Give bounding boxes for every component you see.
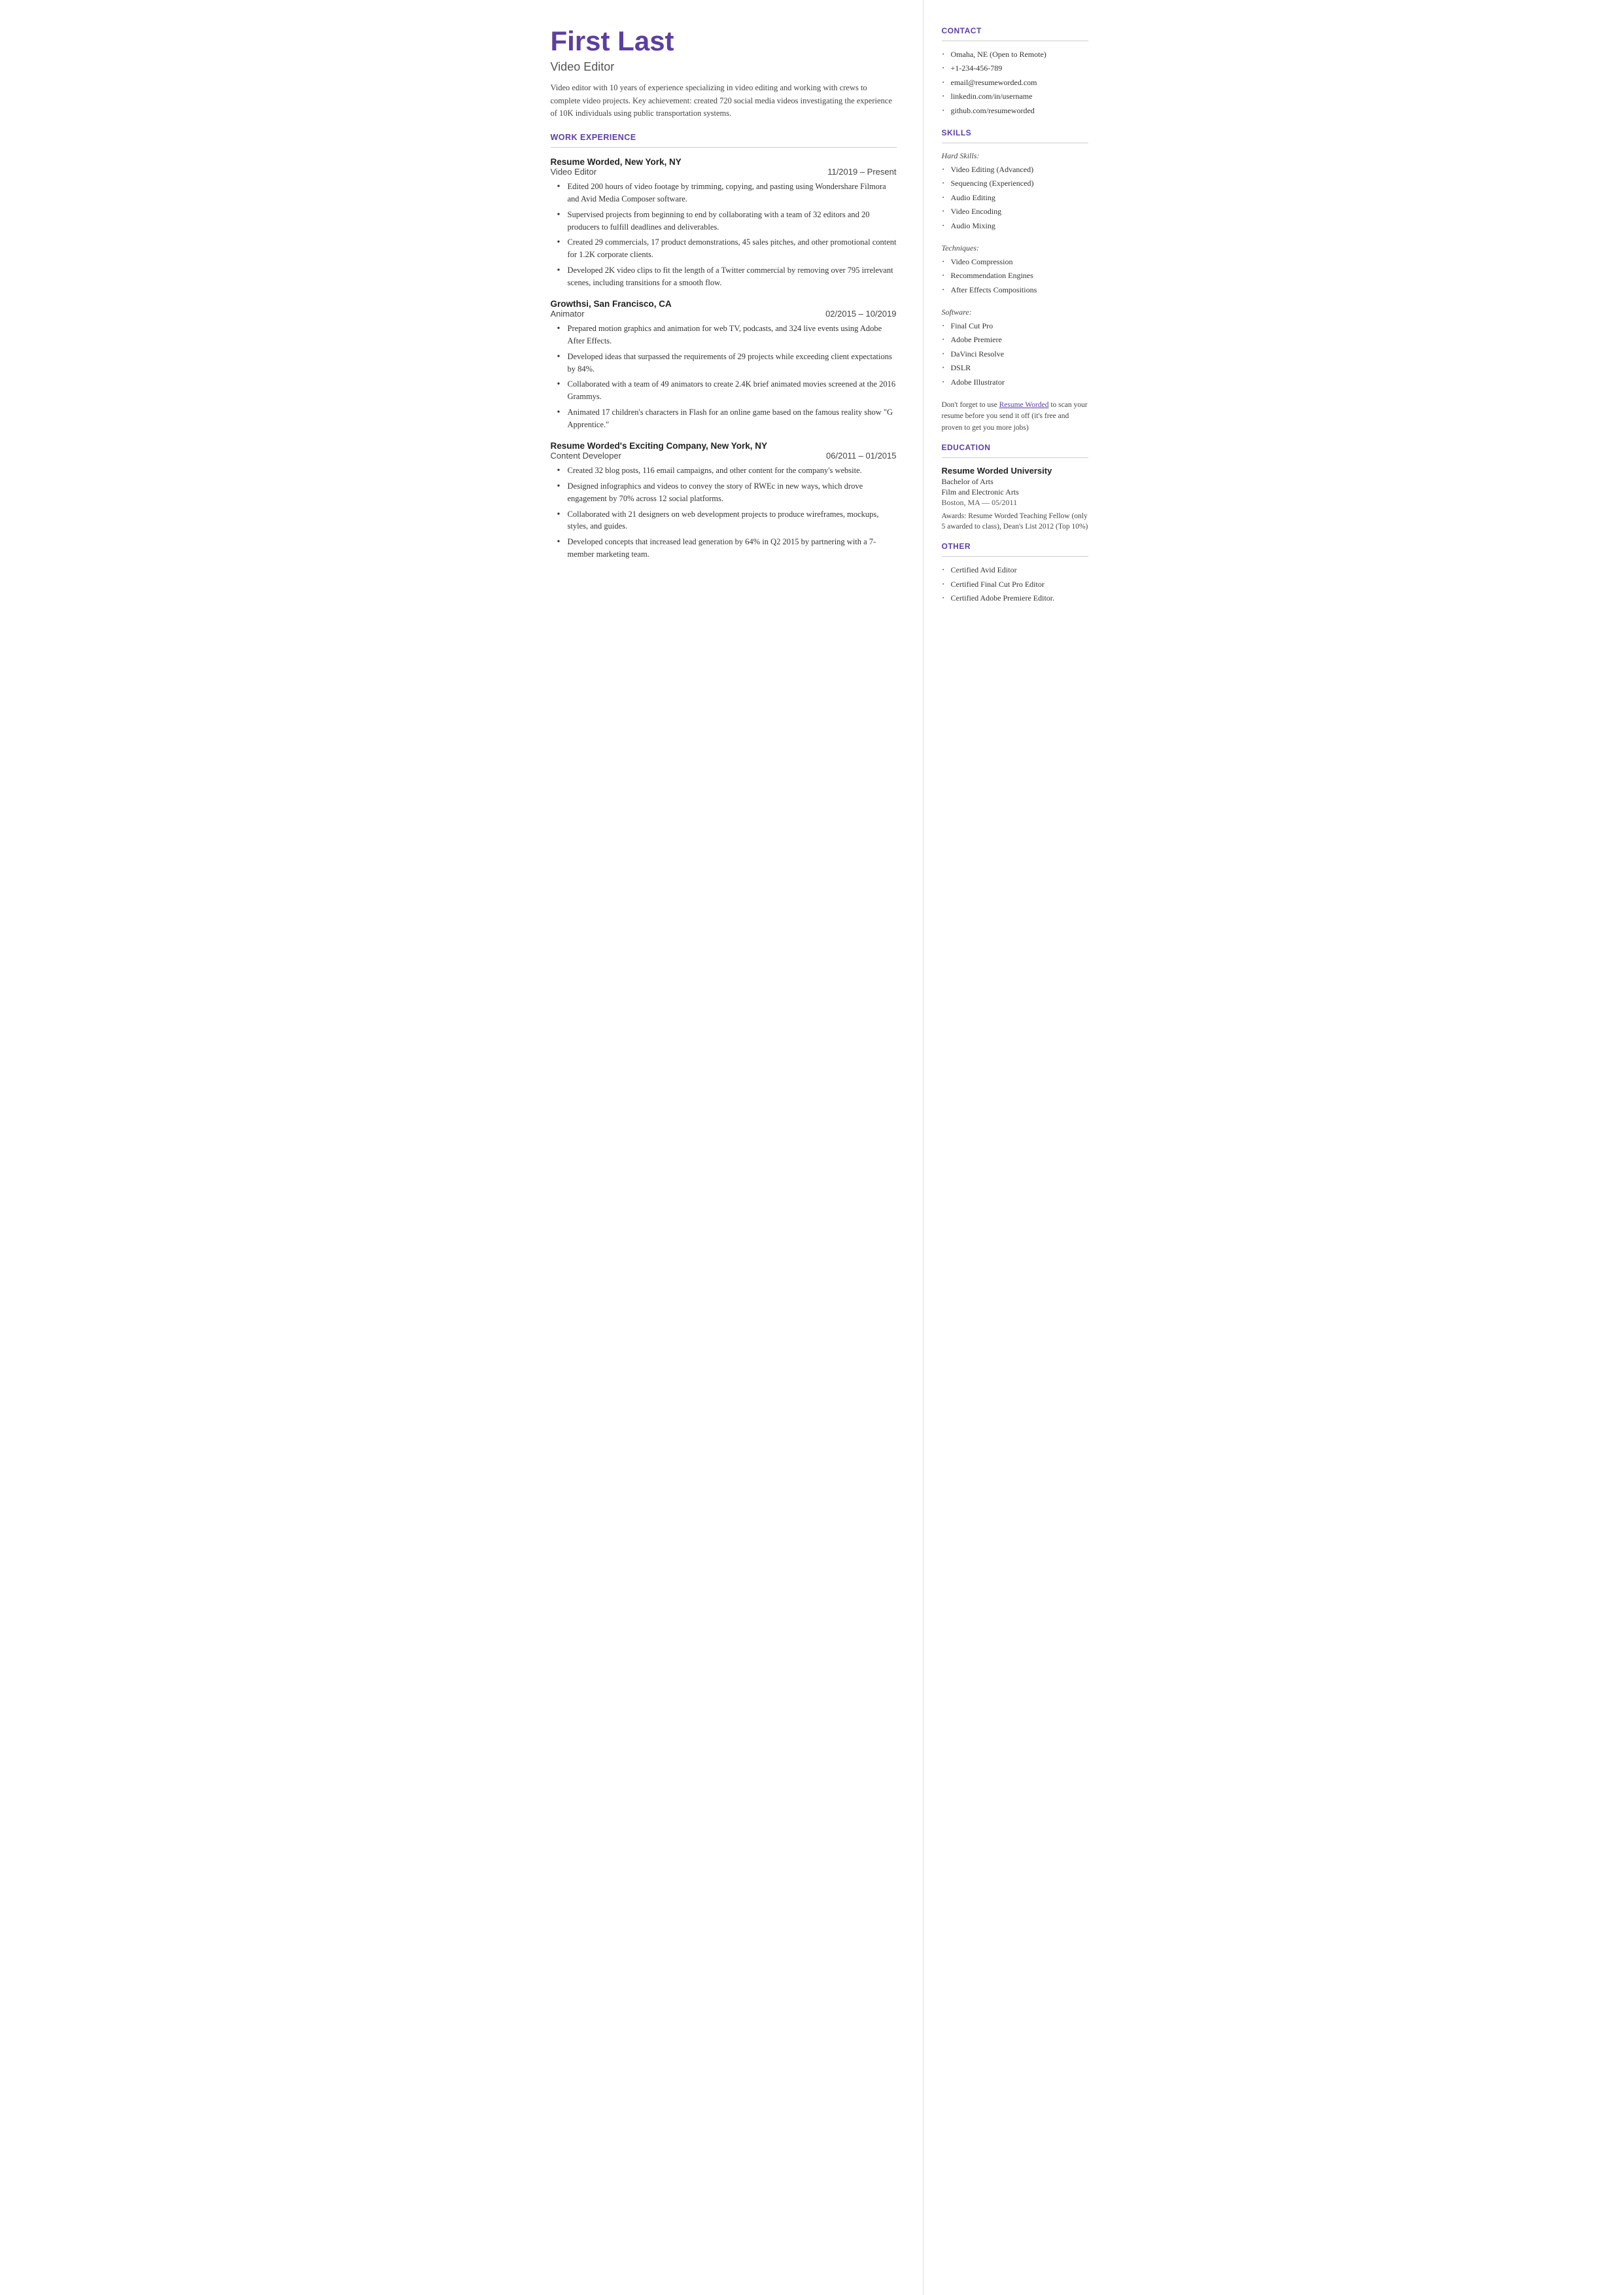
list-item: Certified Avid Editor: [942, 565, 1088, 576]
list-item: Video Encoding: [942, 206, 1088, 217]
list-item: Supervised projects from beginning to en…: [557, 209, 897, 234]
list-item: Collaborated with a team of 49 animators…: [557, 378, 897, 403]
job-3-header: Resume Worded's Exciting Company, New Yo…: [551, 441, 897, 461]
list-item: Sequencing (Experienced): [942, 178, 1088, 189]
job-1-title: Video Editor: [551, 167, 597, 177]
list-item: Video Editing (Advanced): [942, 164, 1088, 175]
list-item: After Effects Compositions: [942, 285, 1088, 296]
list-item: linkedin.com/in/username: [942, 91, 1088, 102]
resume-container: First Last Video Editor Video editor wit…: [518, 0, 1107, 2295]
job-1-title-date: Video Editor 11/2019 – Present: [551, 167, 897, 177]
other-heading: OTHER: [942, 542, 1088, 551]
left-column: First Last Video Editor Video editor wit…: [518, 0, 924, 2295]
list-item: Designed infographics and videos to conv…: [557, 480, 897, 505]
list-item: Certified Adobe Premiere Editor.: [942, 593, 1088, 604]
list-item: Created 29 commercials, 17 product demon…: [557, 236, 897, 261]
software-label: Software:: [942, 307, 1088, 317]
job-2-title: Animator: [551, 309, 585, 319]
contact-heading: CONTACT: [942, 26, 1088, 35]
list-item: Created 32 blog posts, 116 email campaig…: [557, 464, 897, 477]
job-1-bullets: Edited 200 hours of video footage by tri…: [551, 181, 897, 289]
job-3-date: 06/2011 – 01/2015: [826, 451, 896, 461]
candidate-summary: Video editor with 10 years of experience…: [551, 82, 897, 120]
job-2-bullets: Prepared motion graphics and animation f…: [551, 323, 897, 430]
list-item: Developed concepts that increased lead g…: [557, 536, 897, 561]
list-item: Collaborated with 21 designers on web de…: [557, 508, 897, 533]
job-3-company: Resume Worded's Exciting Company, New Yo…: [551, 441, 897, 451]
job-3-title-date: Content Developer 06/2011 – 01/2015: [551, 451, 897, 461]
list-item: DaVinci Resolve: [942, 349, 1088, 360]
skills-heading: SKILLS: [942, 128, 1088, 137]
list-item: Audio Editing: [942, 192, 1088, 203]
list-item: github.com/resumeworded: [942, 105, 1088, 116]
job-2-title-date: Animator 02/2015 – 10/2019: [551, 309, 897, 319]
list-item: Animated 17 children's characters in Fla…: [557, 406, 897, 431]
education-divider: [942, 457, 1088, 458]
list-item: +1-234-456-789: [942, 63, 1088, 74]
job-1-date: 11/2019 – Present: [827, 167, 896, 177]
other-divider: [942, 556, 1088, 557]
list-item: Omaha, NE (Open to Remote): [942, 49, 1088, 60]
list-item: Prepared motion graphics and animation f…: [557, 323, 897, 347]
list-item: Certified Final Cut Pro Editor: [942, 579, 1088, 590]
right-column: CONTACT Omaha, NE (Open to Remote) +1-23…: [924, 0, 1107, 2295]
job-2-date: 02/2015 – 10/2019: [825, 309, 896, 319]
edu-awards: Awards: Resume Worded Teaching Fellow (o…: [942, 511, 1088, 533]
list-item: Developed ideas that surpassed the requi…: [557, 351, 897, 376]
list-item: Recommendation Engines: [942, 270, 1088, 281]
promo-pre: Don't forget to use: [942, 401, 999, 409]
job-2-header: Growthsi, San Francisco, CA Animator 02/…: [551, 299, 897, 319]
job-1-header: Resume Worded, New York, NY Video Editor…: [551, 157, 897, 177]
work-experience-divider: [551, 147, 897, 148]
edu-school: Resume Worded University: [942, 466, 1088, 476]
job-3-bullets: Created 32 blog posts, 116 email campaig…: [551, 464, 897, 560]
techniques-list: Video Compression Recommendation Engines…: [942, 256, 1088, 296]
job-2-company: Growthsi, San Francisco, CA: [551, 299, 897, 309]
edu-degree: Bachelor of Arts: [942, 477, 1088, 487]
edu-location-date: Boston, MA — 05/2011: [942, 498, 1088, 508]
list-item: DSLR: [942, 362, 1088, 374]
job-1-company: Resume Worded, New York, NY: [551, 157, 897, 167]
candidate-title: Video Editor: [551, 60, 897, 74]
list-item: Audio Mixing: [942, 220, 1088, 232]
techniques-label: Techniques:: [942, 243, 1088, 253]
hard-skills-label: Hard Skills:: [942, 151, 1088, 161]
edu-field: Film and Electronic Arts: [942, 487, 1088, 497]
hard-skills-list: Video Editing (Advanced) Sequencing (Exp…: [942, 164, 1088, 232]
candidate-name: First Last: [551, 26, 897, 56]
software-list: Final Cut Pro Adobe Premiere DaVinci Res…: [942, 321, 1088, 388]
work-experience-heading: WORK EXPERIENCE: [551, 133, 897, 142]
promo-text: Don't forget to use Resume Worded to sca…: [942, 400, 1088, 434]
list-item: Adobe Premiere: [942, 334, 1088, 345]
job-3-title: Content Developer: [551, 451, 621, 461]
education-heading: EDUCATION: [942, 443, 1088, 452]
promo-link[interactable]: Resume Worded: [999, 401, 1049, 409]
list-item: Developed 2K video clips to fit the leng…: [557, 264, 897, 289]
list-item: email@resumeworded.com: [942, 77, 1088, 88]
contact-list: Omaha, NE (Open to Remote) +1-234-456-78…: [942, 49, 1088, 116]
list-item: Final Cut Pro: [942, 321, 1088, 332]
other-list: Certified Avid Editor Certified Final Cu…: [942, 565, 1088, 604]
list-item: Adobe Illustrator: [942, 377, 1088, 388]
list-item: Video Compression: [942, 256, 1088, 268]
list-item: Edited 200 hours of video footage by tri…: [557, 181, 897, 205]
